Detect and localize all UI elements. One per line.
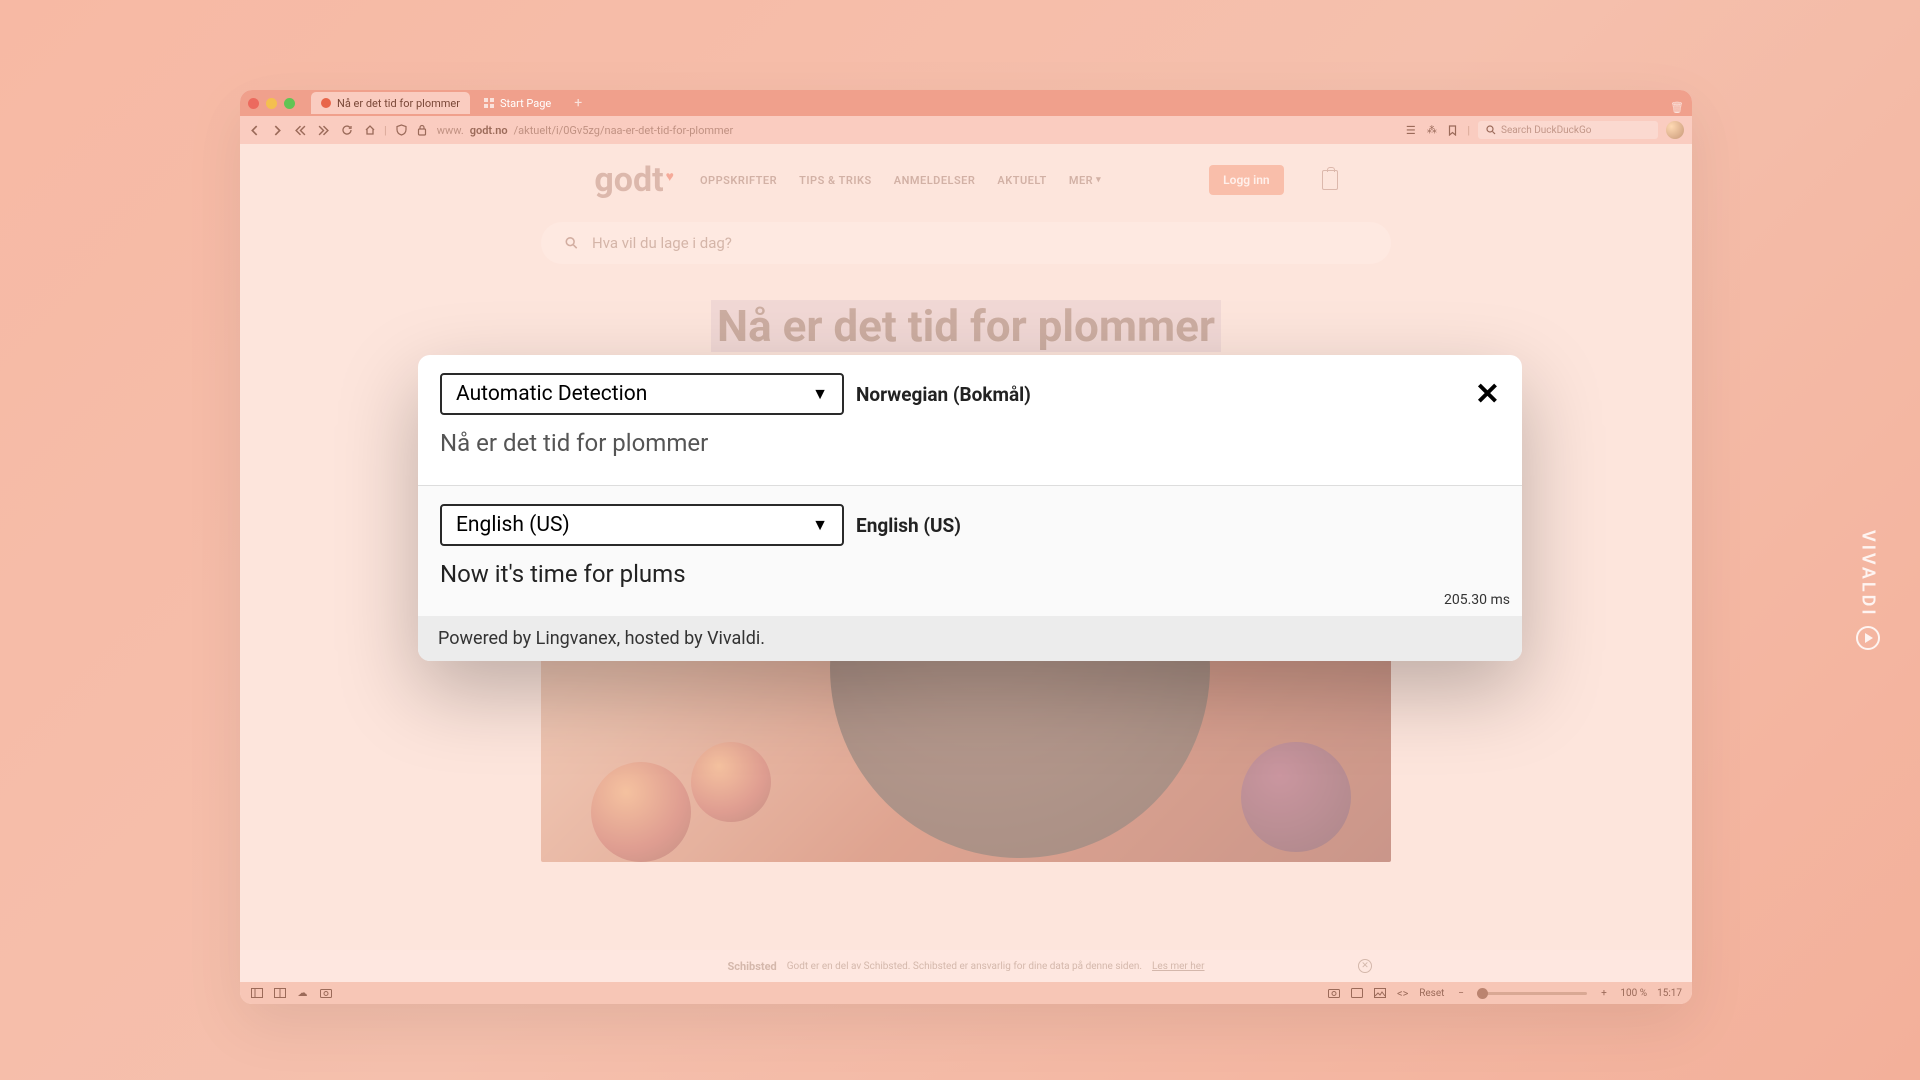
nav-anmeldelser[interactable]: ANMELDELSER xyxy=(894,174,976,187)
window-controls xyxy=(248,98,295,109)
cookie-close-button[interactable]: ✕ xyxy=(1358,959,1372,973)
shield-icon[interactable] xyxy=(395,124,408,137)
closed-tabs-button[interactable] xyxy=(1670,96,1684,110)
nav-aktuelt[interactable]: AKTUELT xyxy=(997,174,1046,187)
url-host: godt.no xyxy=(470,124,508,137)
search-placeholder: Search DuckDuckGo xyxy=(1501,125,1591,136)
translated-text: Now it's time for plums xyxy=(440,560,1500,588)
bookmark-icon[interactable] xyxy=(1446,124,1459,137)
forward-button[interactable] xyxy=(271,124,284,137)
login-button[interactable]: Logg inn xyxy=(1209,165,1283,195)
site-search-placeholder: Hva vil du lage i dag? xyxy=(592,234,732,252)
status-bar: ☁ <> Reset − + 100 % 15:17 xyxy=(240,982,1692,1004)
tab-favicon-icon xyxy=(321,98,331,108)
translate-icon[interactable]: ⁂ xyxy=(1425,124,1438,137)
back-button[interactable] xyxy=(248,124,261,137)
target-language-select[interactable]: English (US) ▼ xyxy=(440,504,844,546)
zoom-out-button[interactable]: − xyxy=(1454,987,1467,1000)
schibsted-brand: Schibsted xyxy=(727,960,776,973)
search-icon xyxy=(1484,124,1497,137)
images-icon[interactable] xyxy=(1373,987,1386,1000)
vivaldi-watermark: VIVALDI xyxy=(1856,530,1880,650)
fastforward-button[interactable] xyxy=(317,124,330,137)
zoom-in-button[interactable]: + xyxy=(1597,987,1610,1000)
popup-close-button[interactable]: ✕ xyxy=(1475,377,1500,412)
article-headline: Nå er det tid for plommer xyxy=(240,300,1692,352)
main-nav: OPPSKRIFTER TIPS & TRIKS ANMELDELSER AKT… xyxy=(700,174,1101,187)
divider: | xyxy=(1467,124,1470,137)
zoom-level: 100 % xyxy=(1620,988,1647,999)
startpage-grid-icon xyxy=(484,98,494,108)
nav-tips[interactable]: TIPS & TRIKS xyxy=(799,174,872,187)
profile-avatar[interactable] xyxy=(1666,121,1684,139)
vivaldi-logo-icon xyxy=(1856,626,1880,650)
tab-strip: Nå er det tid for plommer Start Page + xyxy=(240,90,1692,116)
url-field[interactable]: www. godt.no/aktuelt/i/0Gv5zg/naa-er-det-… xyxy=(437,124,1397,137)
cookie-banner: Schibsted Godt er en del av Schibsted. S… xyxy=(240,950,1692,982)
detected-source-language: Norwegian (Bokmål) xyxy=(856,383,1031,406)
panel-toggle-icon[interactable] xyxy=(250,987,263,1000)
url-proto: www. xyxy=(437,124,464,137)
break-mode-icon[interactable] xyxy=(1350,987,1363,1000)
tab-startpage[interactable]: Start Page xyxy=(474,92,561,114)
clipboard-icon[interactable] xyxy=(1322,170,1338,190)
detected-target-language: English (US) xyxy=(856,514,961,537)
nav-mer[interactable]: MER▾ xyxy=(1069,174,1101,187)
home-button[interactable] xyxy=(363,124,376,137)
nav-oppskrifter[interactable]: OPPSKRIFTER xyxy=(700,174,777,187)
search-box[interactable]: Search DuckDuckGo xyxy=(1478,121,1658,139)
chevron-down-icon: ▼ xyxy=(812,384,828,404)
tiling-icon[interactable] xyxy=(273,987,286,1000)
search-icon xyxy=(565,237,578,250)
source-text: Nå er det tid for plommer xyxy=(440,429,1500,457)
address-bar: | www. godt.no/aktuelt/i/0Gv5zg/naa-er-de… xyxy=(240,116,1692,144)
url-path: /aktuelt/i/0Gv5zg/naa-er-det-tid-for-plo… xyxy=(514,124,734,137)
lock-icon[interactable] xyxy=(416,124,429,137)
chevron-down-icon: ▼ xyxy=(812,515,828,535)
translation-timing: 205.30 ms xyxy=(1444,592,1510,608)
capture-icon[interactable] xyxy=(1327,987,1340,1000)
zoom-slider[interactable] xyxy=(1477,992,1587,995)
popup-footer: Powered by Lingvanex, hosted by Vivaldi. xyxy=(418,616,1522,661)
site-search[interactable]: Hva vil du lage i dag? xyxy=(541,222,1391,264)
minimize-window-button[interactable] xyxy=(266,98,277,109)
zoom-reset[interactable]: Reset xyxy=(1419,988,1444,999)
reload-button[interactable] xyxy=(340,124,353,137)
screenshot-icon[interactable] xyxy=(319,987,332,1000)
clock[interactable]: 15:17 xyxy=(1657,988,1682,999)
reader-mode-icon[interactable]: ☰ xyxy=(1404,124,1417,137)
source-language-select[interactable]: Automatic Detection ▼ xyxy=(440,373,844,415)
schibsted-link[interactable]: Les mer her xyxy=(1152,961,1204,972)
rewind-button[interactable] xyxy=(294,124,307,137)
heart-icon: ♥ xyxy=(666,168,674,185)
tab-active[interactable]: Nå er det tid for plommer xyxy=(311,92,470,114)
close-window-button[interactable] xyxy=(248,98,259,109)
site-logo[interactable]: godt♥ xyxy=(594,160,672,200)
divider: | xyxy=(384,124,387,137)
sync-icon[interactable]: ☁ xyxy=(296,987,309,1000)
chevron-down-icon: ▾ xyxy=(1096,175,1101,185)
translate-popup: ✕ Automatic Detection ▼ Norwegian (Bokmå… xyxy=(418,355,1522,661)
tab-title: Nå er det tid for plommer xyxy=(337,97,460,110)
schibsted-text: Godt er en del av Schibsted. Schibsted e… xyxy=(787,961,1142,972)
maximize-window-button[interactable] xyxy=(284,98,295,109)
tab-title: Start Page xyxy=(500,97,551,110)
page-actions-icon[interactable]: <> xyxy=(1396,987,1409,1000)
new-tab-button[interactable]: + xyxy=(571,96,585,110)
